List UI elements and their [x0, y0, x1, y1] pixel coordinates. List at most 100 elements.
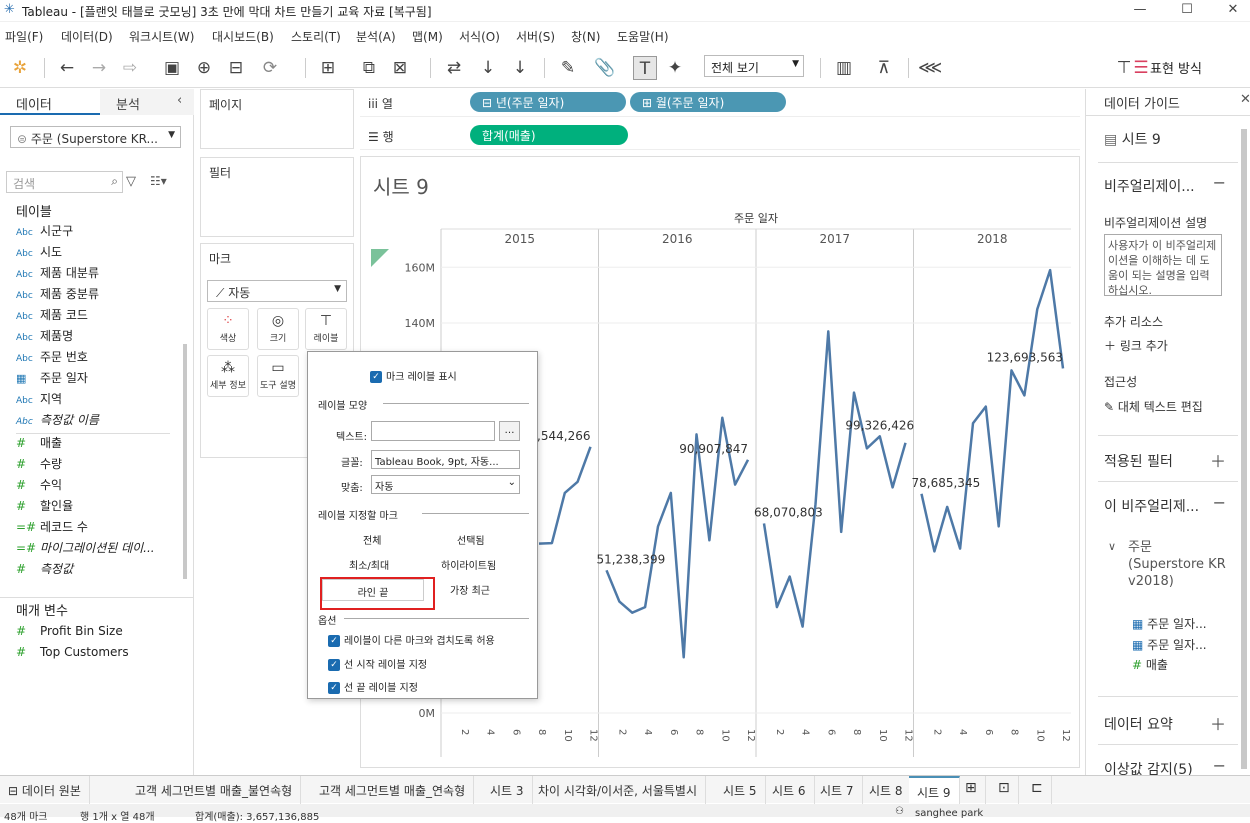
- mark-type-select[interactable]: ⟋ 자동 ▼: [207, 280, 347, 302]
- label-line-start-checkbox[interactable]: ✓ 선 시작 레이블 지정: [328, 656, 427, 671]
- collapse-icon[interactable]: ‹: [177, 93, 182, 108]
- menu-dashboard[interactable]: 대시보드(B): [212, 28, 274, 45]
- menu-analysis[interactable]: 분석(A): [356, 28, 396, 45]
- show-labels-icon[interactable]: T: [633, 56, 657, 80]
- group-icon[interactable]: 📎: [593, 56, 617, 80]
- field-item[interactable]: # 수익: [16, 476, 62, 496]
- view-options-icon[interactable]: ☷▾: [150, 174, 167, 188]
- field-item[interactable]: =# 마이그레이션된 데이...: [16, 539, 155, 559]
- expand-icon[interactable]: ＋: [1210, 448, 1226, 472]
- chevron-down-icon[interactable]: ∨: [1108, 540, 1116, 553]
- search-input[interactable]: 검색 ⌕: [6, 171, 123, 193]
- user-icon[interactable]: ⚇: [895, 806, 904, 817]
- datasource-select[interactable]: ⊜ 주문 (Superstore KR... ▼: [10, 126, 181, 148]
- tab-sheet[interactable]: 시트 8: [861, 776, 912, 804]
- field-item[interactable]: Abc 제품 코드: [16, 306, 88, 326]
- menu-help[interactable]: 도움말(H): [617, 28, 669, 45]
- tab-sheet[interactable]: 시트 6: [764, 776, 815, 804]
- param-profit-bin-size[interactable]: # Profit Bin Size: [16, 624, 123, 644]
- new-worksheet-icon[interactable]: ⊞: [316, 56, 340, 80]
- field-list-scrollbar[interactable]: [183, 344, 187, 579]
- refresh-icon[interactable]: ⟳: [258, 56, 282, 80]
- field-item[interactable]: =# 레코드 수: [16, 518, 88, 538]
- close-icon[interactable]: ✕: [1240, 92, 1250, 107]
- menu-window[interactable]: 창(N): [571, 28, 600, 45]
- option-min-max[interactable]: 최소/최대: [349, 557, 389, 572]
- sort-descending-icon[interactable]: ↓: [508, 56, 532, 80]
- close-button[interactable]: ✕: [1218, 2, 1248, 20]
- size-button[interactable]: ◎ 크기: [257, 308, 299, 350]
- field-item[interactable]: Abc 측정값 이름: [16, 411, 99, 431]
- label-button[interactable]: ⊤ 레이블: [305, 308, 347, 350]
- rows-shelf[interactable]: ☰ 행 합계(매출): [360, 122, 1080, 150]
- menu-format[interactable]: 서식(O): [459, 28, 500, 45]
- menu-story[interactable]: 스토리(T): [291, 28, 341, 45]
- option-all[interactable]: 전체: [363, 532, 381, 547]
- allow-overlap-checkbox[interactable]: ✓ 레이블이 다른 마크와 겹치도록 허용: [328, 632, 495, 647]
- clear-sheet-icon[interactable]: ⊠: [388, 56, 412, 80]
- show-cards-icon[interactable]: ▥: [832, 56, 856, 80]
- columns-shelf[interactable]: iii 열 ⊟ 년(주문 일자) ⊞ 월(주문 일자): [360, 89, 1080, 117]
- menu-worksheet[interactable]: 워크시트(W): [129, 28, 194, 45]
- tableau-home-icon[interactable]: ✲: [8, 56, 32, 80]
- add-link-button[interactable]: ＋ 링크 추가: [1104, 337, 1168, 354]
- detail-button[interactable]: ⁂ 세부 정보: [207, 355, 249, 397]
- show-me-icon[interactable]: ☰: [1132, 56, 1150, 80]
- label-line-end-checkbox[interactable]: ✓ 선 끝 레이블 지정: [328, 679, 418, 694]
- guide-scrollbar[interactable]: [1241, 129, 1247, 769]
- edit-alt-text-button[interactable]: ✎ 대체 텍스트 편집: [1104, 398, 1203, 415]
- tab-sheet[interactable]: 차이 시각화/이서준, 서울특별시: [530, 776, 707, 804]
- filters-shelf[interactable]: 필터: [200, 157, 354, 237]
- field-item[interactable]: # 측정값: [16, 560, 73, 580]
- maximize-button[interactable]: ☐: [1172, 2, 1202, 20]
- option-most-recent[interactable]: 가장 최근: [450, 582, 490, 597]
- menu-data[interactable]: 데이터(D): [61, 28, 113, 45]
- tab-data-source[interactable]: ⊟ 데이터 원본: [0, 776, 90, 804]
- redo-icon[interactable]: →: [87, 56, 111, 80]
- pin-icon[interactable]: ✦: [663, 56, 687, 80]
- menu-server[interactable]: 서버(S): [516, 28, 555, 45]
- share-icon[interactable]: ⋘: [918, 56, 942, 80]
- minimize-button[interactable]: —: [1125, 2, 1155, 20]
- tab-sheet[interactable]: 고객 세그먼트별 매출_연속형: [311, 776, 475, 804]
- pill-year-order-date[interactable]: ⊟ 년(주문 일자): [470, 92, 626, 112]
- param-top-customers[interactable]: # Top Customers: [16, 645, 129, 665]
- tab-sheet-active[interactable]: 시트 9: [909, 776, 960, 804]
- field-item[interactable]: Abc 지역: [16, 390, 62, 410]
- viz-section-header[interactable]: 비주얼리제이...: [1104, 176, 1195, 196]
- tab-data[interactable]: 데이터: [0, 89, 100, 115]
- text-edit-button[interactable]: …: [499, 421, 520, 441]
- tab-sheet[interactable]: 시트 5: [715, 776, 766, 804]
- new-story-tab-icon[interactable]: ⊏: [1023, 776, 1052, 804]
- show-me-button[interactable]: 표현 방식: [1150, 58, 1202, 77]
- menu-map[interactable]: 맵(M): [412, 28, 443, 45]
- filter-icon[interactable]: ▽: [126, 174, 136, 189]
- undo-icon[interactable]: ←: [55, 56, 79, 80]
- status-user[interactable]: sanghee park: [915, 808, 983, 819]
- tab-sheet[interactable]: 고객 세그먼트별 매출_불연속형: [127, 776, 302, 804]
- new-worksheet-tab-icon[interactable]: ⊞: [957, 776, 986, 804]
- color-button[interactable]: ⁘ 색상: [207, 308, 249, 350]
- pause-updates-icon[interactable]: ⊟: [224, 56, 248, 80]
- pill-sum-sales[interactable]: 합계(매출): [470, 125, 628, 145]
- align-select[interactable]: 자동 ⌄: [371, 475, 520, 494]
- field-item[interactable]: Abc 주문 번호: [16, 348, 88, 368]
- collapse-icon[interactable]: −: [1213, 756, 1226, 775]
- save-icon[interactable]: ▣: [160, 56, 184, 80]
- field-item[interactable]: Abc 시군구: [16, 222, 73, 242]
- new-datasource-icon[interactable]: ⊕: [192, 56, 216, 80]
- field-item[interactable]: Abc 제품 중분류: [16, 285, 99, 305]
- field-item[interactable]: # 수량: [16, 455, 62, 475]
- view-fit-select[interactable]: 전체 보기 ▼: [704, 55, 804, 77]
- expand-icon[interactable]: ＋: [1210, 711, 1226, 735]
- field-item[interactable]: ▦ 주문 일자: [16, 369, 88, 389]
- field-item[interactable]: # 매출: [16, 434, 62, 454]
- replay-icon[interactable]: ⇨: [118, 56, 142, 80]
- highlight-icon[interactable]: ✎: [556, 56, 580, 80]
- collapse-icon[interactable]: −: [1213, 493, 1226, 512]
- tab-sheet[interactable]: 시트 3: [482, 776, 533, 804]
- menu-file[interactable]: 파일(F): [5, 28, 43, 45]
- field-item[interactable]: Abc 제품 대분류: [16, 264, 99, 284]
- new-dashboard-tab-icon[interactable]: ⊡: [990, 776, 1019, 804]
- field-item[interactable]: # 할인율: [16, 497, 73, 517]
